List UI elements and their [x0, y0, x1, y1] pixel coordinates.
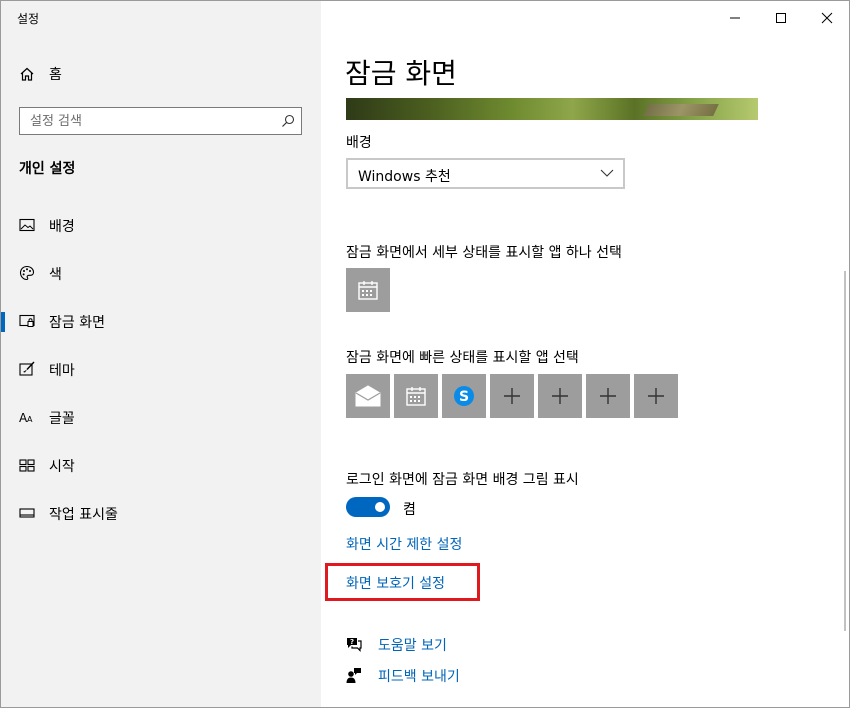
sidebar-item-color[interactable]: 색 [1, 253, 321, 293]
image-icon [19, 218, 35, 232]
minimize-icon [730, 17, 740, 19]
calendar-icon [358, 281, 378, 300]
svg-text:S: S [459, 389, 469, 405]
sidebar-item-label: 배경 [49, 219, 75, 235]
detailed-status-app-button[interactable] [346, 268, 390, 312]
background-label: 배경 [346, 135, 372, 151]
chevron-down-icon [600, 169, 614, 177]
signin-background-toggle[interactable] [346, 497, 390, 517]
sidebar-item-start[interactable]: 시작 [1, 445, 321, 485]
quick-status-mail-button[interactable] [346, 374, 390, 418]
screensaver-settings-link[interactable]: 화면 보호기 설정 [346, 573, 445, 593]
feedback-person-icon [346, 668, 361, 683]
app-title: 설정 [17, 12, 40, 26]
search-icon[interactable] [281, 114, 295, 128]
home-label: 홈 [49, 67, 62, 83]
detailed-status-label: 잠금 화면에서 세부 상태를 표시할 앱 하나 선택 [346, 245, 622, 261]
section-title: 개인 설정 [19, 161, 76, 177]
sidebar: 설정 홈 개인 설정 배경 [1, 1, 321, 707]
sidebar-item-label: 시작 [49, 459, 75, 475]
help-link[interactable]: ? 도움말 보기 [346, 636, 447, 654]
home-icon [20, 67, 34, 81]
quick-status-skype-button[interactable]: S [442, 374, 486, 418]
plus-icon [648, 388, 664, 404]
taskbar-icon [19, 508, 35, 518]
settings-window: 설정 홈 개인 설정 배경 [0, 0, 850, 708]
quick-status-label: 잠금 화면에 빠른 상태를 표시할 앱 선택 [346, 350, 579, 366]
palette-icon [19, 265, 35, 281]
page-title: 잠금 화면 [345, 57, 457, 90]
plus-icon [600, 388, 616, 404]
screen-timeout-link[interactable]: 화면 시간 제한 설정 [346, 534, 462, 554]
lock-screen-preview [346, 98, 758, 120]
feedback-link-label: 피드백 보내기 [378, 669, 460, 685]
maximize-button[interactable] [758, 7, 804, 29]
skype-icon: S [454, 386, 474, 406]
svg-text:?: ? [350, 638, 354, 646]
sidebar-item-label: 테마 [49, 363, 75, 379]
lock-screen-icon [19, 314, 35, 327]
start-grid-icon [19, 459, 35, 472]
close-icon [821, 12, 833, 24]
home-nav-item[interactable]: 홈 [19, 64, 62, 84]
maximize-icon [776, 13, 786, 23]
sidebar-item-taskbar[interactable]: 작업 표시줄 [1, 493, 321, 533]
plus-icon [504, 388, 520, 404]
quick-status-add-button[interactable] [634, 374, 678, 418]
sidebar-item-lock-screen[interactable]: 잠금 화면 [1, 301, 321, 341]
main-content: 잠금 화면 배경 Windows 추천 잠금 화면에서 세부 상태를 표시할 앱… [322, 1, 849, 707]
plus-icon [552, 388, 568, 404]
feedback-link[interactable]: 피드백 보내기 [346, 667, 460, 685]
quick-status-add-button[interactable] [490, 374, 534, 418]
sidebar-item-theme[interactable]: 테마 [1, 349, 321, 389]
background-dropdown-value: Windows 추천 [358, 169, 451, 185]
mail-icon [355, 385, 381, 407]
sidebar-item-background[interactable]: 배경 [1, 205, 321, 245]
help-link-label: 도움말 보기 [378, 638, 447, 654]
help-chat-icon: ? [347, 638, 362, 652]
toggle-knob [375, 502, 385, 512]
calendar-icon [406, 387, 426, 406]
scrollbar[interactable] [844, 271, 846, 631]
search-box[interactable] [19, 107, 302, 135]
sidebar-item-label: 색 [49, 267, 62, 283]
font-icon: A A [19, 411, 33, 425]
quick-status-add-button[interactable] [586, 374, 630, 418]
sidebar-item-fonts[interactable]: A A 글꼴 [1, 397, 321, 437]
background-dropdown[interactable]: Windows 추천 [346, 158, 625, 189]
quick-status-add-button[interactable] [538, 374, 582, 418]
search-input[interactable] [20, 108, 270, 134]
theme-brush-icon [19, 361, 35, 376]
sidebar-item-label: 글꼴 [49, 411, 75, 427]
minimize-button[interactable] [712, 7, 758, 29]
quick-status-calendar-button[interactable] [394, 374, 438, 418]
sidebar-item-label: 잠금 화면 [49, 315, 105, 331]
toggle-state-label: 켬 [403, 502, 416, 518]
sidebar-item-label: 작업 표시줄 [49, 507, 118, 523]
svg-text:A: A [27, 415, 33, 424]
signin-background-label: 로그인 화면에 잠금 화면 배경 그림 표시 [346, 472, 579, 488]
close-button[interactable] [804, 7, 849, 29]
